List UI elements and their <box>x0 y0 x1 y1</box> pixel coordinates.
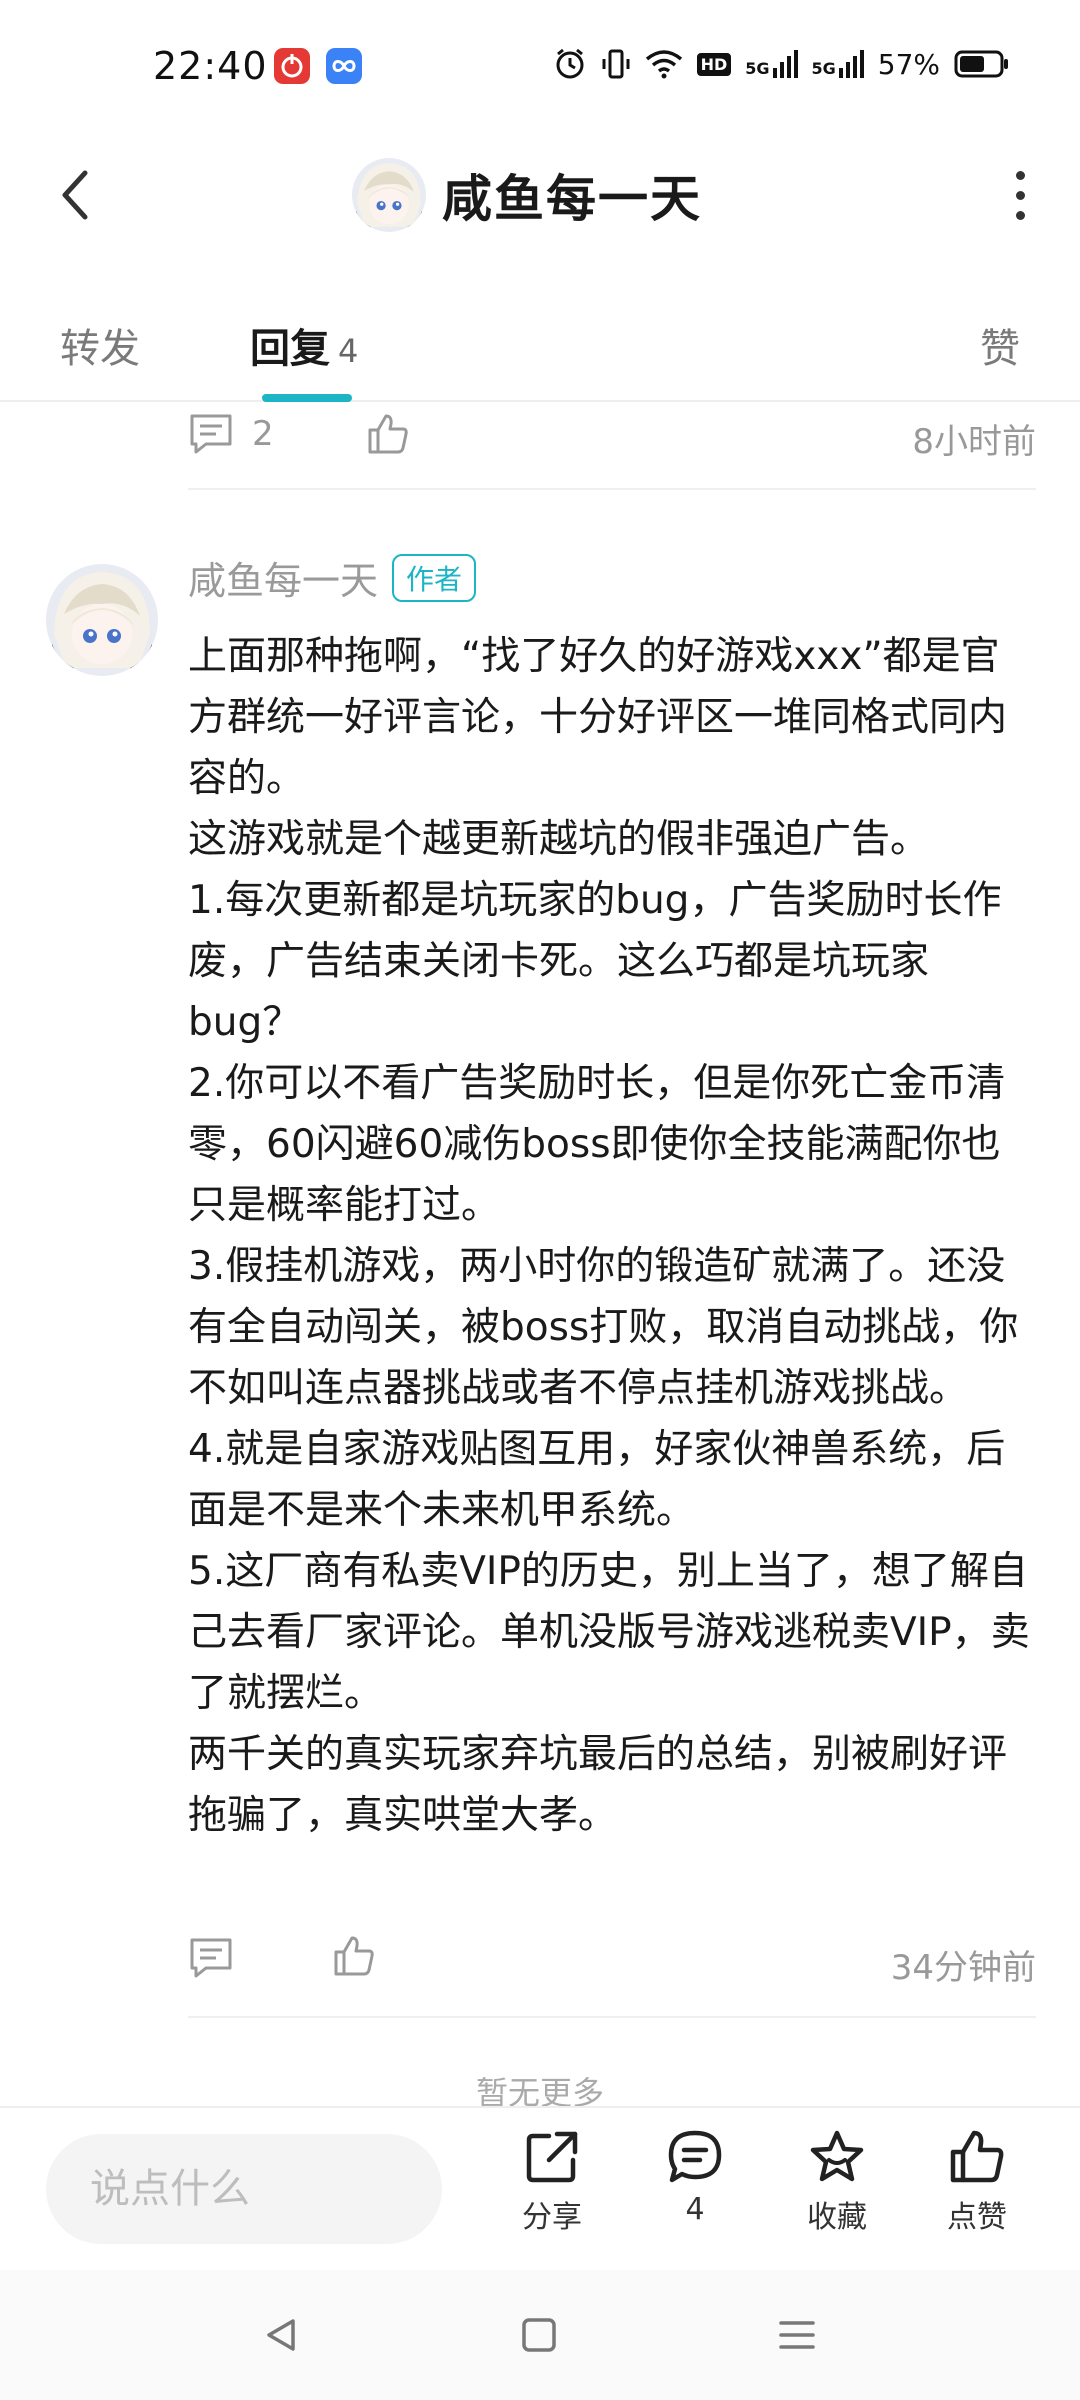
notification-app-icon <box>274 48 310 84</box>
more-dot-icon <box>1015 170 1025 180</box>
star-icon <box>810 2130 864 2182</box>
like-post-button[interactable]: 点赞 <box>922 2128 1032 2236</box>
signal-2: 5G <box>812 50 864 78</box>
like-button[interactable] <box>332 1934 376 1982</box>
reply-paragraph: 3.假挂机游戏，两小时你的锻造矿就满了。还没有全自动闯关，被boss打败，取消自… <box>188 1244 1019 1411</box>
avatar[interactable] <box>352 158 426 232</box>
chevron-left-icon <box>62 170 88 220</box>
top-app-bar: 咸鱼每一天 <box>0 130 1080 260</box>
tab-forward[interactable]: 转发 <box>60 316 140 374</box>
previous-comment-actions: 2 8小时前 <box>188 402 1036 490</box>
favorite-button[interactable]: 收藏 <box>782 2128 892 2236</box>
network-label-2: 5G <box>811 59 836 78</box>
comment-button[interactable] <box>188 412 234 460</box>
battery-percent: 57% <box>877 47 940 81</box>
reply-paragraph: 这游戏就是个越更新越坑的假非强迫广告。 <box>188 817 930 862</box>
reply-author-row: 咸鱼每一天 作者 <box>188 550 477 605</box>
back-button[interactable] <box>40 160 110 230</box>
tab-bar: 转发 回复 4 赞 <box>0 280 1080 402</box>
comment-input[interactable]: 说点什么 <box>46 2134 442 2244</box>
thumbs-up-icon <box>368 414 408 454</box>
signal-1: 5G <box>745 50 798 78</box>
more-dot-icon <box>1015 190 1025 200</box>
battery-icon <box>954 50 1008 78</box>
hd-label: HD <box>696 52 732 76</box>
vibrate-icon <box>602 49 630 79</box>
reply-paragraph: 4.就是自家游戏贴图互用，好家伙神兽系统，后面是不是来个未来机甲系统。 <box>188 1427 1006 1533</box>
share-icon <box>526 2131 578 2183</box>
reply-paragraph: 两千关的真实玩家弃坑最后的总结，别被刷好评拖骗了，真实哄堂大孝。 <box>188 1732 1008 1838</box>
network-label-1: 5G <box>745 59 770 78</box>
timestamp: 8小时前 <box>912 422 1036 462</box>
share-button[interactable]: 分享 <box>497 2128 607 2236</box>
alarm-icon <box>556 48 584 79</box>
bottom-action-bar: 说点什么 分享 4 收藏 点赞 <box>0 2106 1080 2270</box>
comment-bubble-icon <box>668 2130 722 2183</box>
timestamp: 34分钟前 <box>890 1948 1036 1988</box>
wifi-icon <box>645 50 682 79</box>
reply-text: 上面那种拖啊，“找了好久的好游戏xxx”都是官方群统一好评言论，十分好评区一堆同… <box>188 626 1036 1846</box>
author-name[interactable]: 咸鱼每一天 <box>188 550 378 605</box>
system-navigation-bar <box>0 2270 1080 2400</box>
tab-reply-label: 回复 <box>250 326 330 372</box>
comment-count: 2 <box>252 414 274 454</box>
active-tab-indicator <box>262 394 352 402</box>
menu-lines-icon <box>779 2321 815 2349</box>
nav-back-button[interactable] <box>248 2302 314 2368</box>
author-badge: 作者 <box>392 553 477 602</box>
status-icons: HD 5G 5G 57% <box>553 44 1010 84</box>
avatar[interactable] <box>46 564 158 676</box>
thumbs-up-icon <box>334 1936 374 1976</box>
comments-button[interactable]: 4 <box>640 2128 750 2227</box>
nav-menu-button[interactable] <box>764 2302 830 2368</box>
reply-paragraph: 5.这厂商有私卖VIP的历史，别上当了，想了解自己去看厂家评论。单机没版号游戏逃… <box>188 1549 1030 1716</box>
comment-count-label: 4 <box>685 2192 705 2227</box>
more-options-button[interactable] <box>990 160 1050 230</box>
tab-like[interactable]: 赞 <box>980 316 1020 374</box>
notification-app-icon-2 <box>326 48 362 84</box>
reply-paragraph: 上面那种拖啊，“找了好久的好游戏xxx”都是官方群统一好评言论，十分好评区一堆同… <box>188 634 1008 801</box>
nav-home-button[interactable] <box>506 2302 572 2368</box>
like-label: 点赞 <box>947 2200 1007 2235</box>
reply-actions: 34分钟前 <box>188 1930 1036 2018</box>
comment-icon <box>190 414 232 454</box>
more-dot-icon <box>1015 210 1025 220</box>
tab-reply[interactable]: 回复 4 <box>250 316 358 374</box>
header-user[interactable]: 咸鱼每一天 <box>352 158 702 232</box>
like-button[interactable] <box>366 412 410 460</box>
signal-icon <box>772 50 798 78</box>
thumbs-up-icon <box>950 2130 1004 2183</box>
comment-button[interactable] <box>188 1936 234 1984</box>
favorite-label: 收藏 <box>807 2200 867 2235</box>
signal-icon-2 <box>838 50 864 78</box>
status-time: 22:40 <box>153 44 268 88</box>
tab-reply-count: 4 <box>338 332 359 370</box>
triangle-back-icon <box>267 2319 295 2351</box>
reply-paragraph: 2.你可以不看广告奖励时长，但是你死亡金币清零，60闪避60减伤boss即使你全… <box>188 1061 1006 1228</box>
reply-paragraph: 1.每次更新都是坑玩家的bug，广告奖励时长作废，广告结束关闭卡死。这么巧都是坑… <box>188 878 1002 1045</box>
square-home-icon <box>522 2318 556 2352</box>
share-label: 分享 <box>522 2200 582 2235</box>
status-bar: 22:40 HD 5G 5G 57% <box>0 0 1080 130</box>
comment-icon <box>190 1938 232 1978</box>
page-title: 咸鱼每一天 <box>442 170 702 228</box>
